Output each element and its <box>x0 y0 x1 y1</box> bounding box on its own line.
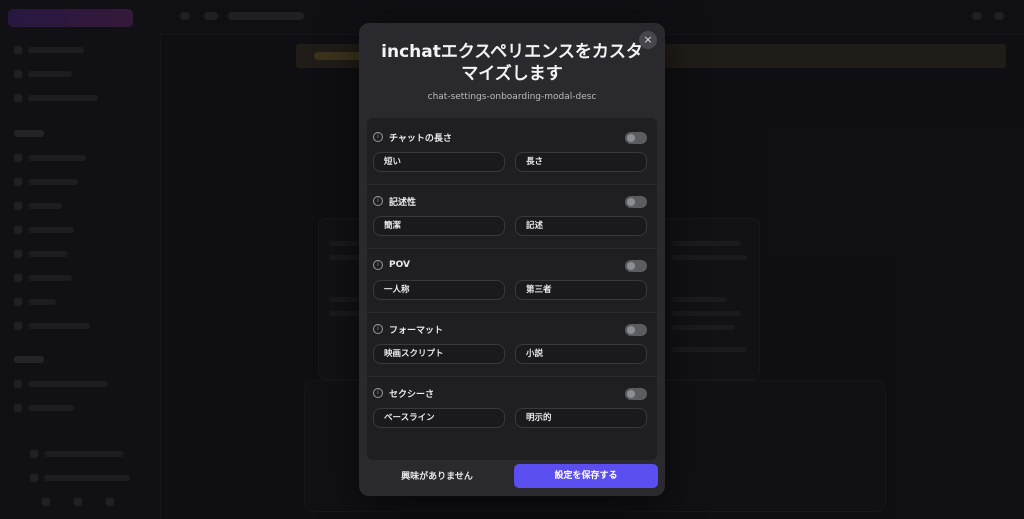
settings-panel: i チャットの長さ 短い 長さ i 記述性 簡潔 記述 i POV 一人称 第三者 i… <box>367 118 657 460</box>
option-concise[interactable]: 簡潔 <box>373 216 505 236</box>
section-label: フォーマット <box>389 325 444 336</box>
sexiness-toggle[interactable] <box>625 388 647 400</box>
section-descriptiveness: i 記述性 簡潔 記述 <box>367 190 657 248</box>
format-toggle[interactable] <box>625 324 647 336</box>
info-icon[interactable]: i <box>373 388 383 398</box>
section-sexiness: i セクシーさ ベースライン 明示的 <box>367 382 657 440</box>
section-label: セクシーさ <box>389 389 435 400</box>
customize-chat-modal: × inchatエクスペリエンスをカスタマイズします chat-settings… <box>359 23 665 496</box>
option-first-person[interactable]: 一人称 <box>373 280 505 300</box>
option-descriptive[interactable]: 記述 <box>515 216 647 236</box>
section-format: i フォーマット 映画スクリプト 小説 <box>367 318 657 376</box>
info-icon[interactable]: i <box>373 132 383 142</box>
info-icon[interactable]: i <box>373 196 383 206</box>
not-interested-button[interactable]: 興味がありません <box>379 470 495 484</box>
modal-description: chat-settings-onboarding-modal-desc <box>427 92 597 102</box>
save-settings-button[interactable]: 設定を保存する <box>514 464 658 488</box>
descriptiveness-toggle[interactable] <box>625 196 647 208</box>
option-third-person[interactable]: 第三者 <box>515 280 647 300</box>
pov-toggle[interactable] <box>625 260 647 272</box>
option-short[interactable]: 短い <box>373 152 505 172</box>
option-explicit[interactable]: 明示的 <box>515 408 647 428</box>
option-long[interactable]: 長さ <box>515 152 647 172</box>
modal-title: inchatエクスペリエンスをカスタマイズします <box>381 42 643 84</box>
chat-length-toggle[interactable] <box>625 132 647 144</box>
info-icon[interactable]: i <box>373 260 383 270</box>
section-label: 記述性 <box>389 197 417 208</box>
section-chat-length: i チャットの長さ 短い 長さ <box>367 126 657 184</box>
info-icon[interactable]: i <box>373 324 383 334</box>
section-label: POV <box>389 260 410 270</box>
option-screenplay[interactable]: 映画スクリプト <box>373 344 505 364</box>
section-label: チャットの長さ <box>389 133 452 144</box>
option-baseline[interactable]: ベースライン <box>373 408 505 428</box>
section-pov: i POV 一人称 第三者 <box>367 254 657 312</box>
option-novel[interactable]: 小説 <box>515 344 647 364</box>
